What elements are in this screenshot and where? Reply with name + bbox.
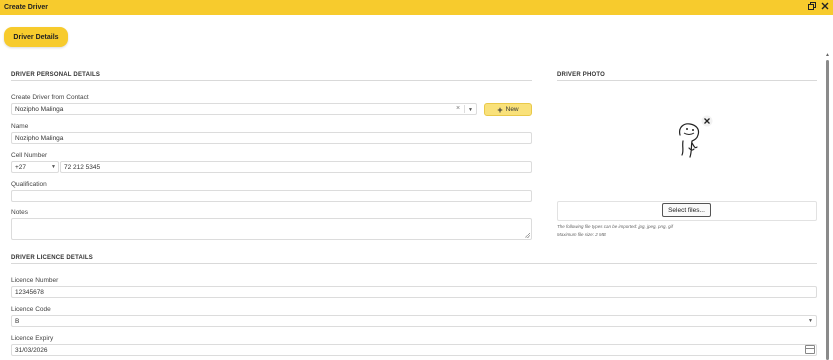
- licence-expiry-value: 31/03/2026: [15, 346, 48, 354]
- contact-value: Nozipho Malinga: [15, 105, 64, 113]
- notes-label: Notes: [11, 209, 28, 216]
- licence-expiry-label: Licence Expiry: [11, 335, 54, 342]
- chevron-down-icon[interactable]: ▼: [808, 318, 813, 324]
- cell-number-field[interactable]: 72 212 5345: [60, 161, 532, 173]
- scrollbar-thumb[interactable]: [826, 60, 829, 360]
- driver-photo-heading: DRIVER PHOTO: [557, 72, 605, 78]
- contact-combobox[interactable]: Nozipho Malinga: [11, 103, 477, 115]
- contact-label: Create Driver from Contact: [11, 94, 89, 101]
- select-files-button[interactable]: Select files...: [662, 203, 711, 217]
- cell-number-value: 72 212 5345: [64, 163, 101, 171]
- restore-icon[interactable]: [808, 2, 816, 13]
- licence-number-label: Licence Number: [11, 277, 59, 284]
- new-contact-button[interactable]: + New: [484, 103, 532, 116]
- divider: [557, 80, 817, 81]
- chevron-down-icon[interactable]: ▼: [468, 107, 473, 113]
- remove-photo-icon[interactable]: [701, 115, 713, 127]
- divider: [11, 263, 817, 264]
- name-field[interactable]: Nozipho Malinga: [11, 132, 532, 144]
- divider: [11, 80, 532, 81]
- licence-number-value: 12345678: [15, 288, 44, 296]
- name-label: Name: [11, 123, 29, 130]
- divider: [464, 105, 465, 113]
- country-code-value: +27: [15, 163, 27, 171]
- file-size-hint: Maximum file size: 2 MB: [557, 232, 606, 237]
- chevron-down-icon[interactable]: ▼: [51, 164, 56, 170]
- vertical-scrollbar[interactable]: ▲: [824, 52, 831, 360]
- tab-driver-details[interactable]: Driver Details: [4, 27, 68, 47]
- qualification-label: Qualification: [11, 181, 47, 188]
- licence-code-value: B: [15, 317, 20, 325]
- scroll-up-icon[interactable]: ▲: [825, 52, 830, 58]
- licence-code-label: Licence Code: [11, 306, 51, 313]
- licence-number-field[interactable]: 12345678: [11, 286, 817, 298]
- calendar-icon[interactable]: [805, 345, 815, 354]
- close-icon[interactable]: [821, 2, 829, 13]
- window-title-bar: Create Driver: [0, 0, 833, 15]
- personal-details-heading: DRIVER PERSONAL DETAILS: [11, 72, 101, 78]
- notes-value: [12, 227, 15, 234]
- plus-icon: +: [497, 104, 503, 115]
- qualification-field[interactable]: [11, 190, 532, 202]
- window-title: Create Driver: [4, 4, 48, 11]
- licence-expiry-datepicker[interactable]: 31/03/2026: [11, 344, 817, 356]
- file-types-hint: The following file types can be imported…: [557, 224, 673, 229]
- resize-handle-icon[interactable]: [525, 233, 530, 238]
- cell-number-label: Cell Number: [11, 152, 48, 159]
- clear-icon[interactable]: ×: [456, 105, 460, 112]
- licence-details-heading: DRIVER LICENCE DETAILS: [11, 255, 93, 261]
- notes-textarea[interactable]: [11, 218, 532, 240]
- new-button-label: New: [505, 106, 519, 113]
- name-value: Nozipho Malinga: [15, 134, 64, 142]
- licence-code-select[interactable]: B: [11, 315, 817, 327]
